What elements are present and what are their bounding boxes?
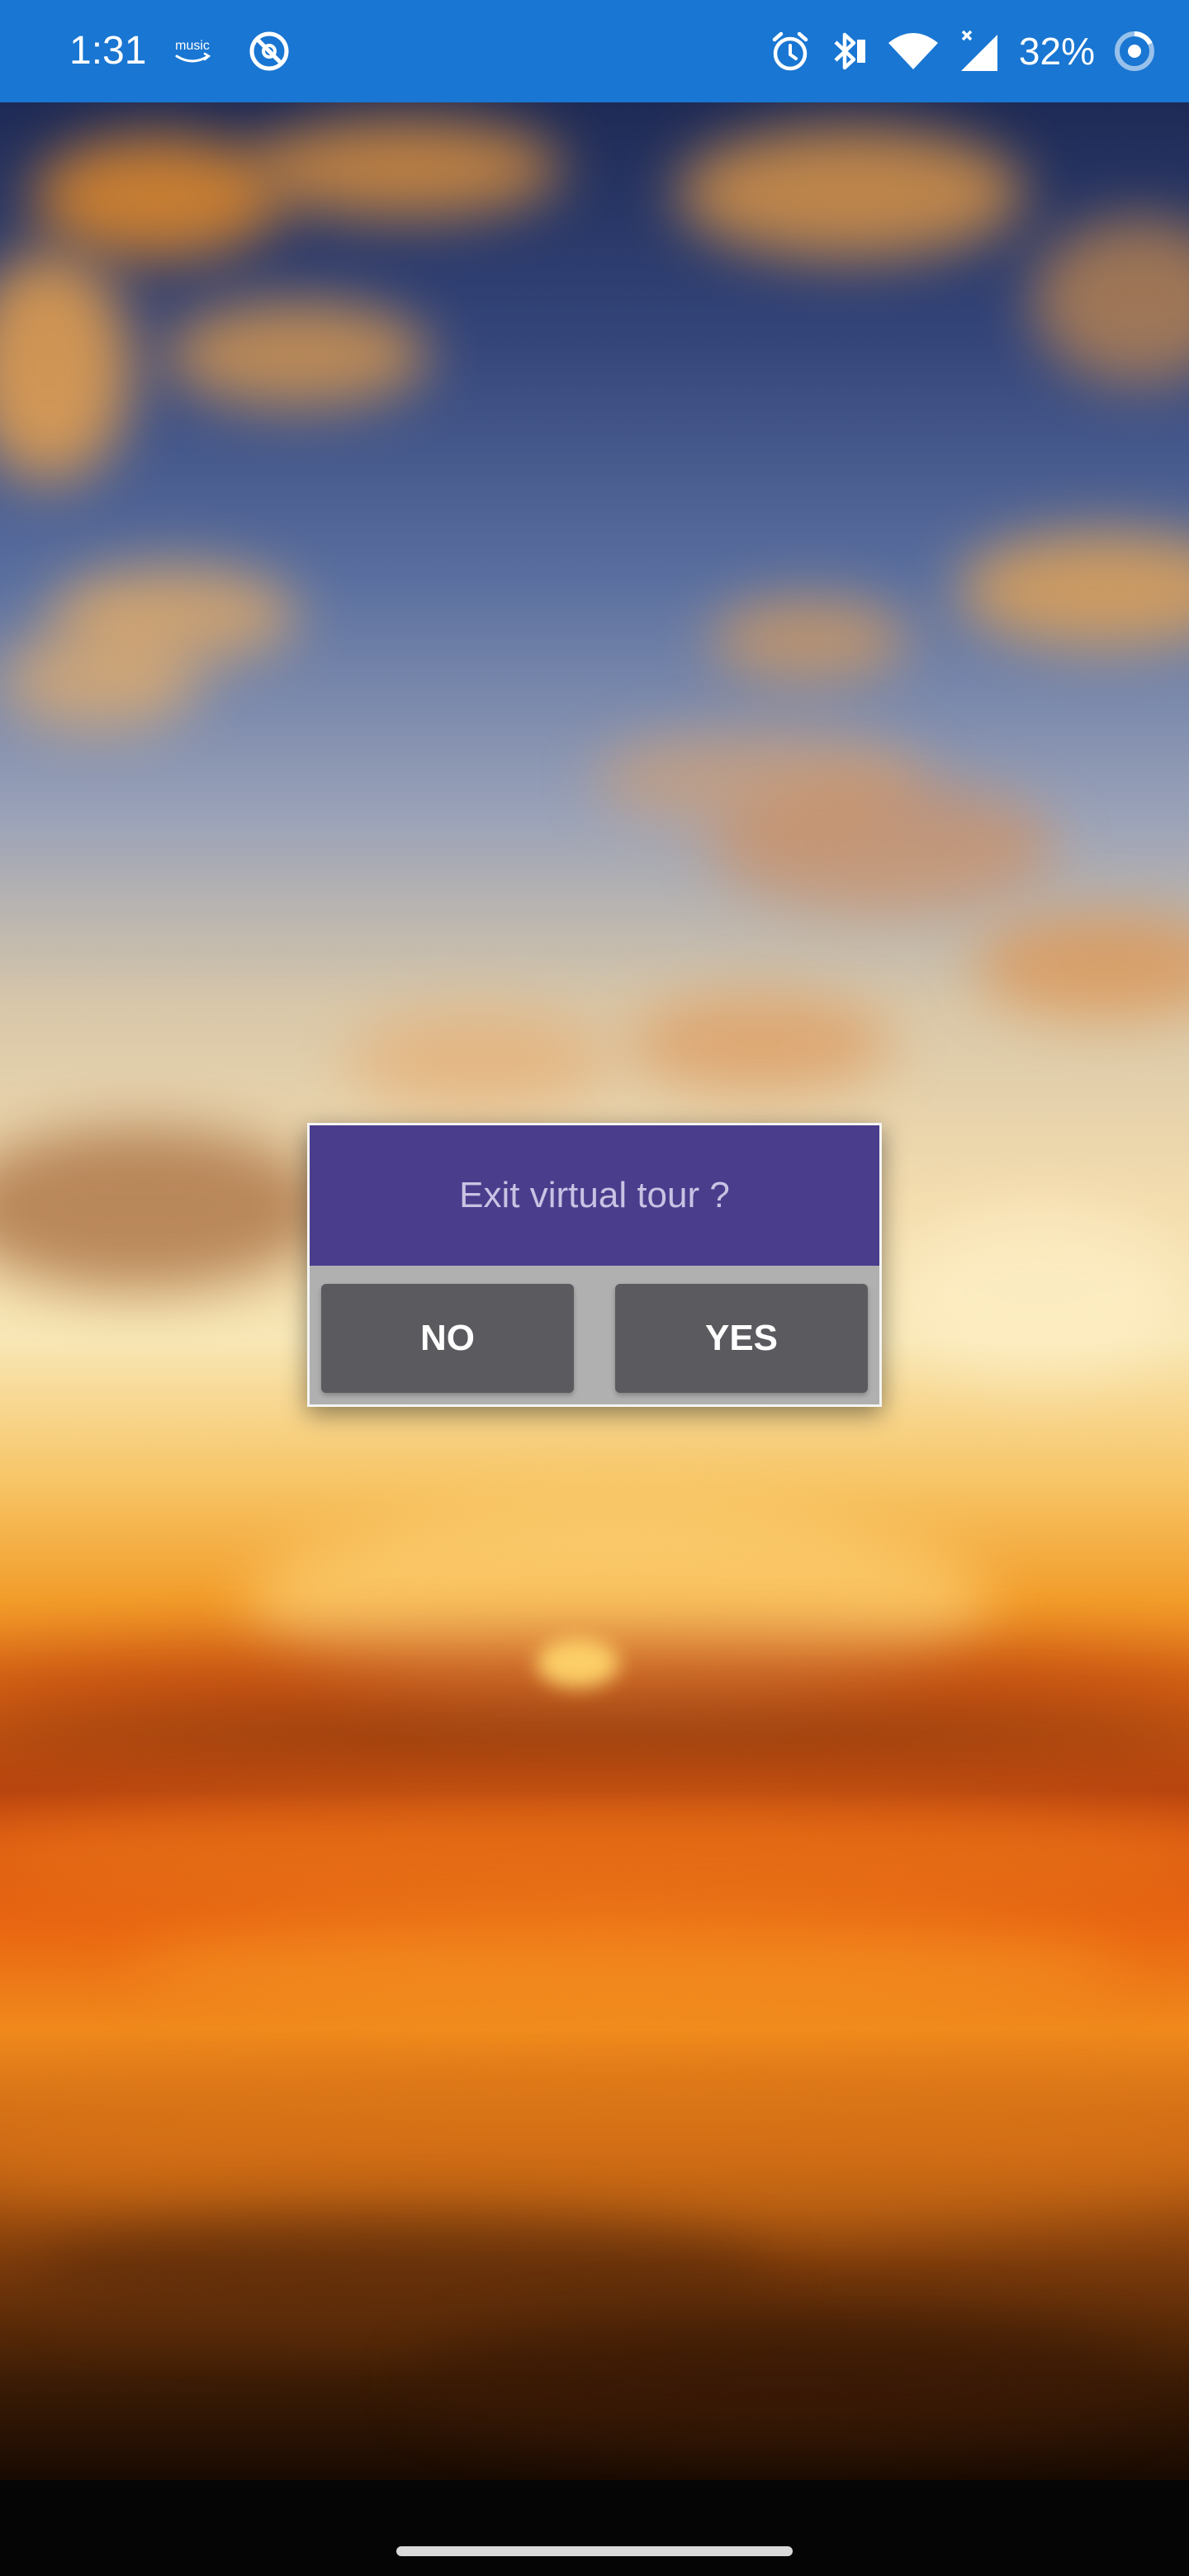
svg-text:music: music [175, 39, 210, 53]
status-left-icons: music [170, 26, 291, 76]
dialog-title: Exit virtual tour ? [310, 1125, 879, 1266]
battery-percent: 32% [1018, 30, 1095, 73]
alarm-icon [770, 30, 811, 73]
blocked-icon [248, 30, 291, 73]
bluetooth-icon [829, 30, 869, 73]
no-button[interactable]: NO [321, 1284, 574, 1393]
amazon-music-icon: music [170, 35, 215, 68]
battery-saver-icon [1113, 30, 1156, 73]
status-right-icons: 32% [770, 23, 1156, 79]
status-time: 1:31 [69, 29, 147, 73]
yes-button[interactable]: YES [615, 1284, 868, 1393]
status-bar: 1:31 music 32% [0, 0, 1189, 102]
cellular-no-signal-icon [958, 28, 1001, 74]
wifi-icon [887, 30, 940, 73]
home-gesture-bar-icon[interactable] [396, 2546, 793, 2556]
exit-dialog: Exit virtual tour ? NO YES [307, 1123, 882, 1407]
navigation-bar [0, 2480, 1189, 2576]
